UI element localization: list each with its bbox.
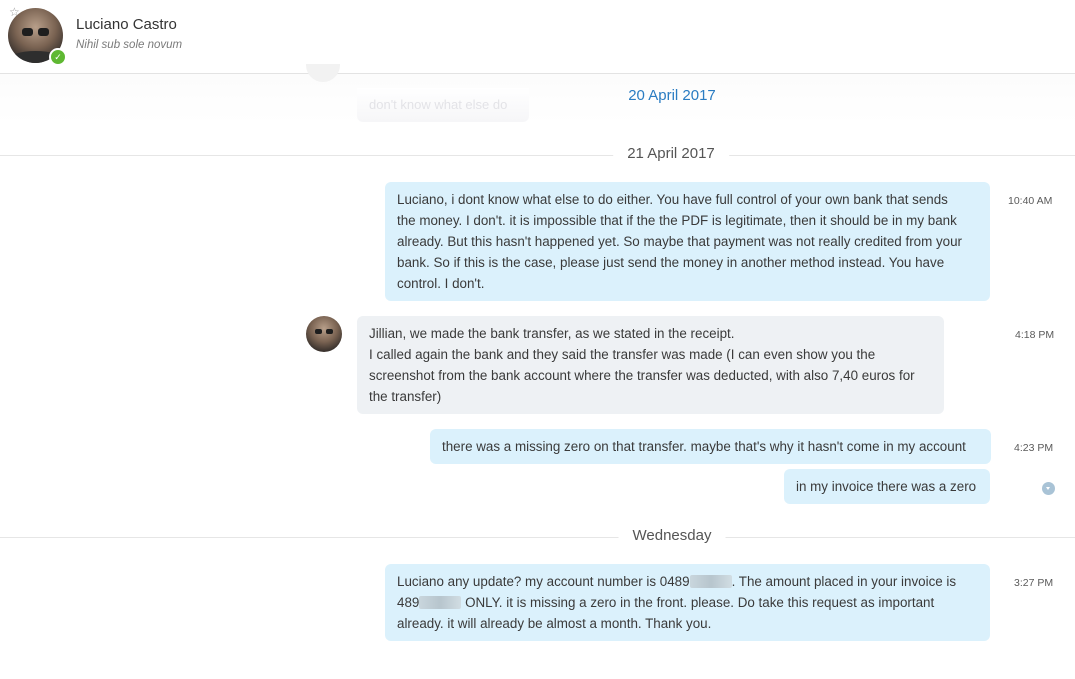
outgoing-message[interactable]: Luciano, i dont know what else to do eit… bbox=[385, 182, 990, 301]
day-divider-label: Wednesday bbox=[618, 527, 726, 544]
online-status-icon: ✓ bbox=[49, 48, 67, 66]
day-divider-line bbox=[0, 155, 1075, 156]
message-timestamp: 10:40 AM bbox=[1008, 195, 1053, 207]
message-text-part: Luciano any update? my account number is… bbox=[397, 574, 690, 589]
redacted-digits bbox=[419, 596, 462, 609]
sticky-date-label: 20 April 2017 bbox=[628, 87, 716, 104]
redacted-digits bbox=[689, 575, 732, 588]
contact-mood-message: Nihil sub sole novum bbox=[76, 39, 183, 51]
faded-message-text: don't know what else do bbox=[369, 97, 508, 112]
outgoing-message[interactable]: Luciano any update? my account number is… bbox=[385, 564, 990, 641]
outgoing-message[interactable]: there was a missing zero on that transfe… bbox=[430, 429, 991, 464]
day-divider-line bbox=[0, 537, 1075, 538]
scroll-fade bbox=[0, 74, 1075, 124]
incoming-message[interactable]: Jillian, we made the bank transfer, as w… bbox=[357, 316, 944, 414]
faded-message: don't know what else do bbox=[357, 88, 529, 122]
day-divider-label: 21 April 2017 bbox=[613, 145, 729, 162]
message-timestamp: 4:18 PM bbox=[1015, 329, 1055, 341]
chat-header: ☆ ✓ Luciano Castro Nihil sub sole novum bbox=[0, 0, 1075, 74]
message-timestamp: 3:27 PM bbox=[1014, 577, 1054, 589]
contact-name[interactable]: Luciano Castro bbox=[76, 16, 177, 33]
star-icon[interactable]: ☆ bbox=[9, 6, 20, 18]
outgoing-message[interactable]: in my invoice there was a zero bbox=[784, 469, 990, 504]
message-timestamp: 4:23 PM bbox=[1014, 442, 1054, 454]
sunglasses-shape bbox=[22, 28, 49, 36]
sunglasses-shape bbox=[315, 329, 333, 335]
message-text-part: ONLY. it is missing a zero in the front.… bbox=[397, 595, 935, 631]
message-status-icon[interactable] bbox=[1042, 482, 1055, 495]
sender-avatar[interactable] bbox=[306, 316, 342, 352]
